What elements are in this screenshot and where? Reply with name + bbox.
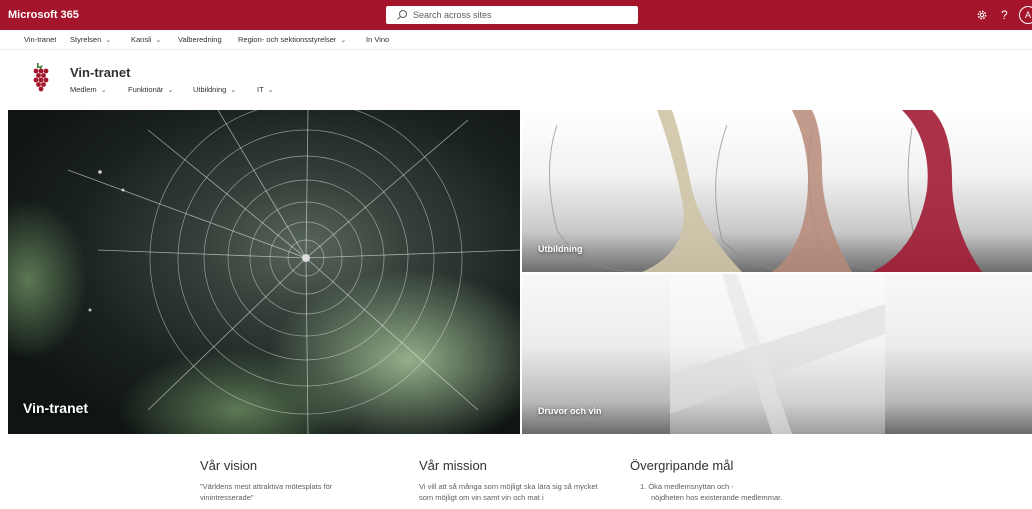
hub-item-vin-tranet[interactable]: Vin-tranet <box>24 30 56 50</box>
help-button[interactable]: ? <box>1001 0 1008 30</box>
section-text: "Världens mest attraktiva mötesplats för… <box>200 482 333 502</box>
suite-bar: Microsoft 365 Search across sites ? A <box>0 0 1032 30</box>
hub-item-label: In Vino <box>366 35 390 44</box>
search-icon <box>397 10 407 20</box>
goal-item: 1. Öka medlemsnyttan och - <box>640 482 734 491</box>
chevron-down-icon: ⌄ <box>105 37 112 44</box>
hero-tile-utbildning[interactable]: Utbildning <box>522 110 1032 272</box>
hero-tile-druvor-och-vin[interactable]: Druvor och vin <box>522 274 1032 434</box>
hub-item-label: Valberedning <box>178 35 222 44</box>
site-nav-label: Funktionär <box>128 85 164 94</box>
search-box[interactable]: Search across sites <box>386 6 638 24</box>
hero-top-label: Utbildning <box>538 244 583 254</box>
hub-item-styrelsen[interactable]: Styrelsen ⌄ <box>70 30 111 51</box>
wine-glasses-image <box>549 110 982 272</box>
hub-item-label: Vin-tranet <box>24 35 57 44</box>
section-goals: Övergripande mål 1. Öka medlemsnyttan oc… <box>630 458 850 503</box>
site-nav-label: Medlem <box>70 85 97 94</box>
hero-bottom-label: Druvor och vin <box>538 406 602 416</box>
site-title[interactable]: Vin-tranet <box>70 65 130 80</box>
site-nav-funktionar[interactable]: Funktionär ⌄ <box>128 85 173 94</box>
hero-main-label: Vin-tranet <box>23 400 89 416</box>
hero-tile-vin-tranet[interactable]: Vin-tranet <box>8 110 520 434</box>
avatar[interactable]: A <box>1019 6 1032 24</box>
hub-navigation: Vin-tranet Styrelsen ⌄ Kansli ⌄ Valberedni… <box>0 30 1032 50</box>
chevron-down-icon: ⌄ <box>167 87 174 94</box>
chevron-down-icon: ⌄ <box>340 37 347 44</box>
section-heading: Vår vision <box>200 458 258 473</box>
goal-item-continued: nöjdheten hos existerande medlemmar. <box>651 493 783 502</box>
site-nav-utbildning[interactable]: Utbildning ⌄ <box>193 85 236 94</box>
site-nav-label: IT <box>257 85 264 94</box>
site-nav-medlem[interactable]: Medlem ⌄ <box>70 85 107 94</box>
chevron-down-icon: ⌄ <box>267 87 274 94</box>
hub-item-in-vino[interactable]: In Vino <box>366 30 389 50</box>
hub-item-label: Kansli <box>131 35 152 44</box>
chevron-down-icon: ⌄ <box>100 87 107 94</box>
section-vision: Vår vision "Världens mest attraktiva möt… <box>200 458 380 503</box>
hub-item-label: Region- och sektionsstyrelser <box>238 35 337 44</box>
section-heading: Vår mission <box>419 458 487 473</box>
gear-icon[interactable] <box>976 9 988 21</box>
grape-logo-icon[interactable] <box>31 63 51 93</box>
site-nav-it[interactable]: IT ⌄ <box>257 85 274 94</box>
section-text: Vi vill att så många som möjligt ska lär… <box>419 482 598 502</box>
chevron-down-icon: ⌄ <box>155 37 162 44</box>
app-launcher-title[interactable]: Microsoft 365 <box>8 0 79 30</box>
hub-item-label: Styrelsen <box>70 35 102 44</box>
spider-web-image <box>8 110 520 434</box>
hub-item-valberedning[interactable]: Valberedning <box>178 30 222 50</box>
search-placeholder: Search across sites <box>413 10 492 20</box>
section-mission: Vår mission Vi vill att så många som möj… <box>419 458 599 503</box>
section-heading: Övergripande mål <box>630 458 734 473</box>
hub-item-region-och-sektionsstyrelser[interactable]: Region- och sektionsstyrelser ⌄ <box>238 30 346 51</box>
chevron-down-icon: ⌄ <box>230 87 237 94</box>
hub-item-kansli[interactable]: Kansli ⌄ <box>131 30 161 51</box>
site-nav-label: Utbildning <box>193 85 227 94</box>
